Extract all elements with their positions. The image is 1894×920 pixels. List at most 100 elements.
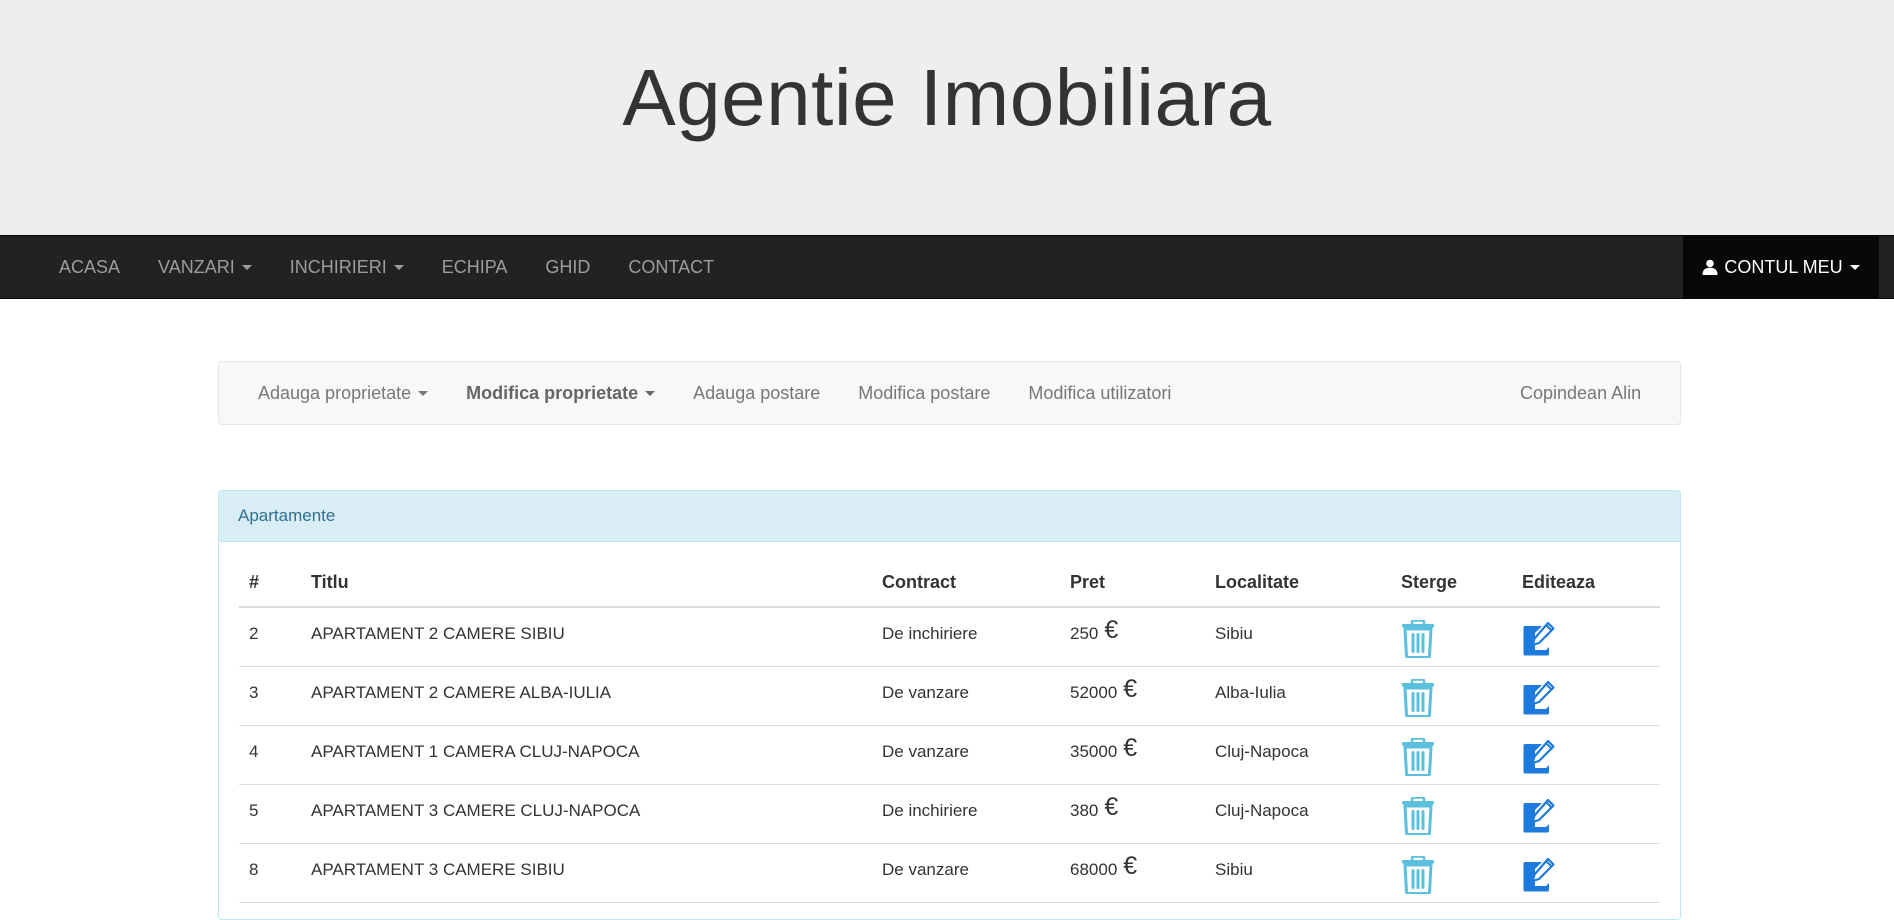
- cell-title: APARTAMENT 3 CAMERE SIBIU: [311, 860, 565, 879]
- main-nav-list: ACASA VANZARI INCHIRIERI ECHIPA GHID CON…: [40, 236, 733, 298]
- euro-icon: €: [1104, 616, 1119, 644]
- cell-edit: [1512, 667, 1660, 725]
- cell-location: Sibiu: [1215, 624, 1253, 643]
- nav-item-label: ECHIPA: [441, 256, 508, 277]
- jumbotron: Agentie Imobiliara: [0, 0, 1894, 235]
- cell-id: 5: [249, 801, 259, 820]
- euro-icon: €: [1123, 734, 1138, 762]
- nav-item-contact[interactable]: CONTACT: [609, 236, 733, 298]
- admin-nav-list: Adauga proprietate Modifica proprietate …: [239, 362, 1190, 424]
- nav-item-echipa[interactable]: ECHIPA: [423, 236, 527, 298]
- cell-delete: [1391, 785, 1512, 843]
- nav-item-inchirieri[interactable]: INCHIRIERI: [271, 236, 423, 298]
- table-row: 2 APARTAMENT 2 CAMERE SIBIU De inchirier…: [239, 608, 1660, 667]
- cell-id: 3: [249, 683, 259, 702]
- cell-title: APARTAMENT 2 CAMERE ALBA-IULIA: [311, 683, 612, 702]
- cell-contract: De inchiriere: [882, 624, 978, 643]
- cell-title: APARTAMENT 1 CAMERA CLUJ-NAPOCA: [311, 742, 640, 761]
- table-row: 4 APARTAMENT 1 CAMERA CLUJ-NAPOCA De van…: [239, 726, 1660, 785]
- column-header-location: Localitate: [1215, 572, 1300, 592]
- subnav-item-modifica-proprietate[interactable]: Modifica proprietate: [447, 362, 674, 424]
- cell-location: Cluj-Napoca: [1215, 742, 1309, 761]
- column-header-delete: Sterge: [1401, 572, 1458, 592]
- subnav-item-label: Adauga postare: [693, 382, 821, 403]
- euro-icon: €: [1104, 793, 1119, 821]
- site-title: Agentie Imobiliara: [622, 52, 1272, 142]
- price-value: 250: [1070, 624, 1099, 643]
- column-header-id: #: [249, 572, 260, 592]
- caret-down-icon: [393, 264, 404, 270]
- nav-item-vanzari[interactable]: VANZARI: [139, 236, 271, 298]
- caret-down-icon: [1849, 264, 1860, 270]
- subnav-item-label: Modifica utilizatori: [1028, 382, 1172, 403]
- cell-id: 8: [249, 860, 259, 879]
- cell-title: APARTAMENT 3 CAMERE CLUJ-NAPOCA: [311, 801, 641, 820]
- cell-delete: [1391, 726, 1512, 784]
- cell-id: 2: [249, 624, 259, 643]
- account-menu-button[interactable]: CONTUL MEU: [1683, 236, 1879, 298]
- nav-item-label: VANZARI: [158, 256, 235, 277]
- cell-id: 4: [249, 742, 259, 761]
- subnav-item-label: Modifica proprietate: [466, 382, 639, 403]
- user-icon: [1702, 259, 1718, 275]
- price-value: 380: [1070, 801, 1099, 820]
- price-value: 68000: [1070, 860, 1118, 879]
- trash-icon[interactable]: [1401, 679, 1435, 717]
- subnav-item-label: Adauga proprietate: [258, 382, 412, 403]
- column-header-edit: Editeaza: [1522, 572, 1596, 592]
- edit-icon[interactable]: [1522, 856, 1556, 892]
- trash-icon[interactable]: [1401, 738, 1435, 776]
- cell-delete: [1391, 667, 1512, 725]
- cell-location: Alba-Iulia: [1215, 683, 1286, 702]
- edit-icon[interactable]: [1522, 620, 1556, 656]
- nav-item-label: GHID: [545, 256, 591, 277]
- cell-edit: [1512, 844, 1660, 902]
- nav-item-label: ACASA: [59, 256, 121, 277]
- cell-delete: [1391, 608, 1512, 666]
- subnav-item-adauga-proprietate[interactable]: Adauga proprietate: [239, 362, 447, 424]
- cell-price: 380 €: [1060, 785, 1205, 843]
- table-row: 3 APARTAMENT 2 CAMERE ALBA-IULIA De vanz…: [239, 667, 1660, 726]
- cell-contract: De vanzare: [882, 683, 969, 702]
- euro-icon: €: [1123, 675, 1138, 703]
- table-header: # Titlu Contract Pret Localitate Sterge …: [239, 559, 1660, 608]
- account-menu-label: CONTUL MEU: [1724, 256, 1843, 277]
- cell-price: 250 €: [1060, 608, 1205, 666]
- caret-down-icon: [241, 264, 252, 270]
- apartments-panel: Apartamente # Titlu Contract Pret Locali…: [218, 490, 1681, 920]
- price-value: 35000: [1070, 742, 1118, 761]
- table-row: 8 APARTAMENT 3 CAMERE SIBIU De vanzare 6…: [239, 844, 1660, 903]
- euro-icon: €: [1123, 852, 1138, 880]
- cell-price: 68000 €: [1060, 844, 1205, 902]
- cell-edit: [1512, 785, 1660, 843]
- subnav-item-modifica-utilizatori[interactable]: Modifica utilizatori: [1009, 362, 1190, 424]
- trash-icon[interactable]: [1401, 856, 1435, 894]
- cell-delete: [1391, 844, 1512, 902]
- caret-down-icon: [645, 390, 656, 396]
- cell-contract: De vanzare: [882, 742, 969, 761]
- table-row: 5 APARTAMENT 3 CAMERE CLUJ-NAPOCA De inc…: [239, 785, 1660, 844]
- cell-location: Cluj-Napoca: [1215, 801, 1309, 820]
- edit-icon[interactable]: [1522, 679, 1556, 715]
- edit-icon[interactable]: [1522, 738, 1556, 774]
- admin-subnav: Adauga proprietate Modifica proprietate …: [218, 361, 1681, 425]
- subnav-item-adauga-postare[interactable]: Adauga postare: [674, 362, 839, 424]
- trash-icon[interactable]: [1401, 620, 1435, 658]
- cell-edit: [1512, 608, 1660, 666]
- column-header-contract: Contract: [882, 572, 957, 592]
- cell-title: APARTAMENT 2 CAMERE SIBIU: [311, 624, 565, 643]
- nav-item-ghid[interactable]: GHID: [526, 236, 609, 298]
- column-header-title: Titlu: [311, 572, 349, 592]
- cell-contract: De inchiriere: [882, 801, 978, 820]
- price-value: 52000: [1070, 683, 1118, 702]
- subnav-item-label: Modifica postare: [858, 382, 991, 403]
- column-header-price: Pret: [1070, 572, 1106, 592]
- edit-icon[interactable]: [1522, 797, 1556, 833]
- nav-item-label: CONTACT: [628, 256, 715, 277]
- cell-price: 52000 €: [1060, 667, 1205, 725]
- trash-icon[interactable]: [1401, 797, 1435, 835]
- nav-item-acasa[interactable]: ACASA: [40, 236, 139, 298]
- cell-location: Sibiu: [1215, 860, 1253, 879]
- subnav-item-modifica-postare[interactable]: Modifica postare: [839, 362, 1009, 424]
- cell-edit: [1512, 726, 1660, 784]
